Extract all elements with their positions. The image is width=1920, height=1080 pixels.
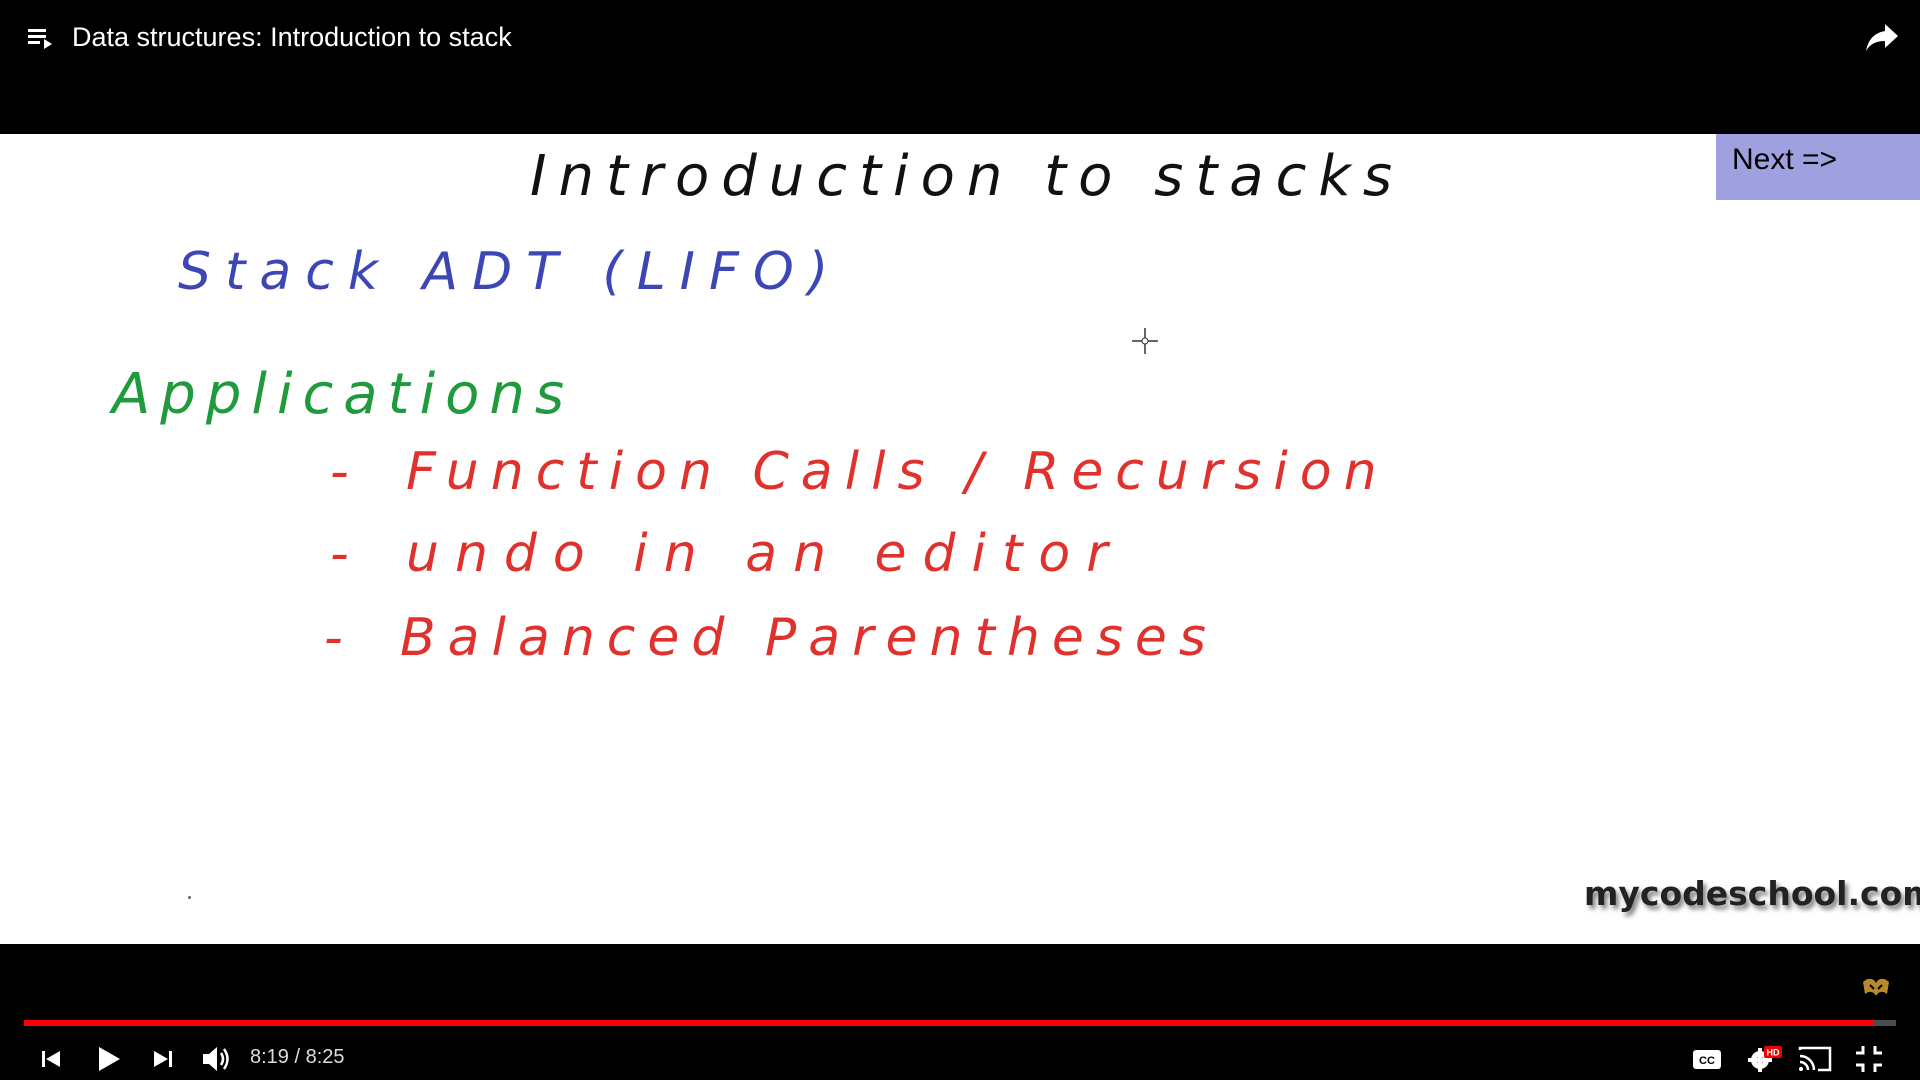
slide-subtitle: Stack ADT (LIFO) bbox=[178, 242, 843, 302]
application-item: - Function Calls / Recursion bbox=[330, 442, 1389, 502]
stray-dot bbox=[188, 896, 191, 899]
video-title[interactable]: Data structures: Introduction to stack bbox=[72, 20, 512, 54]
top-bar: Data structures: Introduction to stack bbox=[0, 0, 1920, 134]
time-separator: / bbox=[288, 1046, 306, 1068]
duration: 8:25 bbox=[305, 1046, 345, 1068]
settings-gear-icon[interactable]: HD bbox=[1744, 1038, 1784, 1078]
next-video-card-button[interactable]: Next => bbox=[1716, 134, 1920, 200]
volume-icon[interactable] bbox=[200, 1038, 236, 1078]
applications-heading: Applications bbox=[112, 362, 575, 427]
control-bar: 8:19 / 8:25 CC HD bbox=[0, 944, 1920, 1080]
video-frame[interactable]: Introduction to stacks Stack ADT (LIFO) … bbox=[0, 134, 1920, 944]
channel-watermark: mycodeschool.com bbox=[1584, 874, 1920, 913]
application-item-label: Balanced Parentheses bbox=[400, 608, 1218, 668]
application-item-label: undo in an editor bbox=[406, 524, 1124, 584]
skip-previous-icon[interactable] bbox=[36, 1038, 66, 1078]
application-item: - undo in an editor bbox=[330, 524, 1124, 584]
current-time: 8:19 bbox=[250, 1046, 289, 1068]
share-icon[interactable] bbox=[1864, 20, 1900, 54]
playlist-icon[interactable] bbox=[26, 24, 56, 52]
bullet-dash: - bbox=[324, 608, 343, 668]
application-item-label: Function Calls / Recursion bbox=[406, 442, 1389, 502]
exit-fullscreen-icon[interactable] bbox=[1852, 1038, 1886, 1078]
application-item: - Balanced Parentheses bbox=[324, 608, 1218, 668]
progress-bar-played bbox=[24, 1020, 1874, 1026]
progress-bar[interactable] bbox=[24, 1020, 1896, 1026]
skip-next-icon[interactable] bbox=[148, 1038, 178, 1078]
time-display: 8:19 / 8:25 bbox=[250, 1044, 345, 1070]
bullet-dash: - bbox=[330, 524, 349, 584]
svg-text:CC: CC bbox=[1699, 1055, 1715, 1067]
cast-icon[interactable] bbox=[1796, 1038, 1834, 1078]
play-icon[interactable] bbox=[92, 1038, 126, 1078]
crosshair-icon bbox=[1130, 326, 1160, 356]
bullet-dash: - bbox=[330, 442, 349, 502]
channel-logo-icon[interactable] bbox=[1860, 974, 1892, 1002]
captions-icon[interactable]: CC bbox=[1690, 1038, 1724, 1078]
slide-title: Introduction to stacks bbox=[530, 144, 1405, 209]
video-player: Data structures: Introduction to stack I… bbox=[0, 0, 1920, 1080]
hd-badge: HD bbox=[1767, 1048, 1780, 1058]
